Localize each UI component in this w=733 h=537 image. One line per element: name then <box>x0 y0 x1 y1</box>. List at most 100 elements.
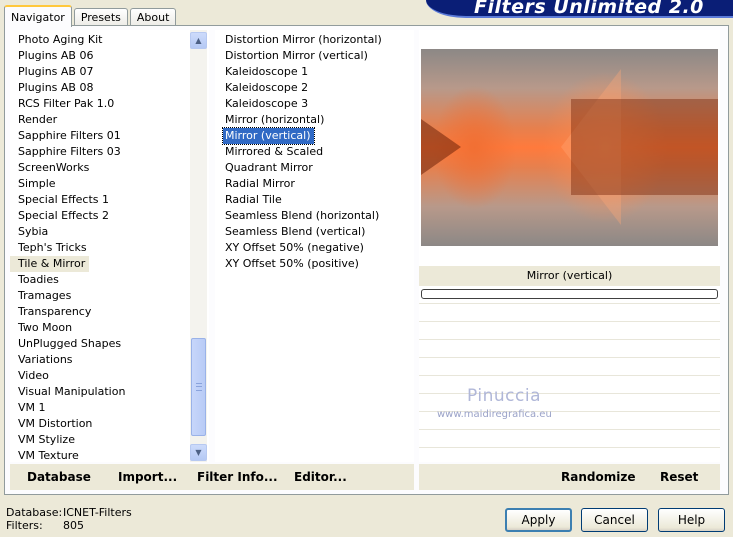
list-item-label: Photo Aging Kit <box>18 33 103 46</box>
list-item[interactable]: Plugins AB 07 <box>10 64 209 80</box>
list-item-label: VM Stylize <box>18 433 75 446</box>
filter-info-button[interactable]: Filter Info... <box>197 470 278 484</box>
list-item-label: Sapphire Filters 03 <box>18 145 121 158</box>
list-item-label: Seamless Blend (horizontal) <box>225 209 380 222</box>
editor-button[interactable]: Editor... <box>294 470 347 484</box>
parameter-row <box>419 447 720 462</box>
list-item-label: Special Effects 1 <box>18 193 110 206</box>
list-item[interactable]: Teph's Tricks <box>10 240 209 256</box>
help-button[interactable]: Help <box>658 508 725 532</box>
list-item[interactable]: Special Effects 2 <box>10 208 209 224</box>
list-item[interactable]: Quadrant Mirror <box>215 160 414 176</box>
list-item[interactable]: UnPlugged Shapes <box>10 336 209 352</box>
list-item-label: Two Moon <box>18 321 73 334</box>
list-item[interactable]: Seamless Blend (vertical) <box>215 224 414 240</box>
list-item[interactable]: Toadies <box>10 272 209 288</box>
list-item[interactable]: Variations <box>10 352 209 368</box>
list-item[interactable]: Tile & Mirror <box>10 256 209 272</box>
parameter-row <box>419 321 720 336</box>
list-item-label: Mirrored & Scaled <box>225 145 324 158</box>
list-item[interactable]: VM Stylize <box>10 432 209 448</box>
list-item[interactable]: Sapphire Filters 03 <box>10 144 209 160</box>
list-item[interactable]: VM Distortion <box>10 416 209 432</box>
list-item[interactable]: Mirror (vertical) <box>215 127 414 145</box>
database-status: Database: ICNET-Filters <box>6 506 132 519</box>
list-item[interactable]: Kaleidoscope 1 <box>215 64 414 80</box>
list-item-label: VM 1 <box>18 401 46 414</box>
parameter-row <box>419 393 720 408</box>
tab-navigator[interactable]: Navigator <box>4 5 72 27</box>
watermark-name: Pinuccia <box>467 386 541 406</box>
list-item-label: Kaleidoscope 3 <box>225 97 309 110</box>
reset-button[interactable]: Reset <box>660 470 698 484</box>
category-list[interactable]: Photo Aging Kit Plugins AB 06 Plugins AB 0… <box>10 30 209 462</box>
list-item[interactable]: Sapphire Filters 01 <box>10 128 209 144</box>
progress-bar <box>421 289 718 299</box>
list-item-label: Kaleidoscope 1 <box>225 65 309 78</box>
list-item[interactable]: Seamless Blend (horizontal) <box>215 208 414 224</box>
list-item[interactable]: Visual Manipulation <box>10 384 209 400</box>
list-item[interactable]: Kaleidoscope 2 <box>215 80 414 96</box>
scroll-up-icon[interactable]: ▲ <box>190 32 207 49</box>
list-item[interactable]: ScreenWorks <box>10 160 209 176</box>
list-item[interactable]: Two Moon <box>10 320 209 336</box>
parameter-row <box>419 357 720 372</box>
list-item[interactable]: Radial Mirror <box>215 176 414 192</box>
list-item-label: Special Effects 2 <box>18 209 110 222</box>
list-item-label: VM Distortion <box>18 417 93 430</box>
list-item[interactable]: Mirrored & Scaled <box>215 144 414 160</box>
list-item[interactable]: RCS Filter Pak 1.0 <box>10 96 209 112</box>
list-item[interactable]: Render <box>10 112 209 128</box>
database-button[interactable]: Database <box>27 470 91 484</box>
list-item[interactable]: Special Effects 1 <box>10 192 209 208</box>
list-item-label: Radial Mirror <box>225 177 295 190</box>
app-banner: Filters Unlimited 2.0 <box>426 0 733 18</box>
list-item[interactable]: Plugins AB 08 <box>10 80 209 96</box>
list-item[interactable]: XY Offset 50% (positive) <box>215 256 414 272</box>
list-item[interactable]: VM Texture <box>10 448 209 462</box>
filter-list[interactable]: Distortion Mirror (horizontal) Distortion… <box>215 30 414 462</box>
list-item-label: Render <box>18 113 58 126</box>
import-button[interactable]: Import... <box>118 470 177 484</box>
list-item[interactable]: XY Offset 50% (negative) <box>215 240 414 256</box>
list-item[interactable]: Photo Aging Kit <box>10 32 209 48</box>
list-item-label: Video <box>18 369 49 382</box>
list-item[interactable]: Video <box>10 368 209 384</box>
list-item[interactable]: Radial Tile <box>215 192 414 208</box>
watermark-site: www.maidiregrafica.eu <box>437 409 552 420</box>
filters-count: 805 <box>63 519 84 532</box>
list-item-label: Tramages <box>18 289 72 302</box>
scroll-thumb[interactable] <box>191 338 206 436</box>
list-item[interactable]: Transparency <box>10 304 209 320</box>
list-item[interactable]: VM 1 <box>10 400 209 416</box>
tab-presets[interactable]: Presets <box>73 8 128 26</box>
tab-strip: Navigator Presets About <box>4 4 178 27</box>
list-item[interactable]: Kaleidoscope 3 <box>215 96 414 112</box>
list-item[interactable]: Sybia <box>10 224 209 240</box>
cancel-button[interactable]: Cancel <box>581 508 648 532</box>
list-item-label: Distortion Mirror (horizontal) <box>225 33 382 46</box>
list-item-label: Variations <box>18 353 73 366</box>
list-item-label: Transparency <box>18 305 92 318</box>
tab-about[interactable]: About <box>129 8 177 26</box>
apply-button[interactable]: Apply <box>505 508 572 532</box>
category-scrollbar[interactable]: ▲ ▼ <box>190 30 207 462</box>
list-item[interactable]: Tramages <box>10 288 209 304</box>
list-item[interactable]: Simple <box>10 176 209 192</box>
list-item-label: Distortion Mirror (vertical) <box>225 49 368 62</box>
list-item[interactable]: Distortion Mirror (vertical) <box>215 48 414 64</box>
list-item-label: Teph's Tricks <box>18 241 87 254</box>
parameter-row <box>419 375 720 390</box>
list-item-label: Sapphire Filters 01 <box>18 129 121 142</box>
list-item[interactable]: Distortion Mirror (horizontal) <box>215 32 414 48</box>
list-item[interactable]: Plugins AB 06 <box>10 48 209 64</box>
selected-filter-label: Mirror (vertical) <box>419 266 720 286</box>
list-item-label: Kaleidoscope 2 <box>225 81 309 94</box>
filters-label: Filters: <box>6 519 43 532</box>
list-item[interactable]: Mirror (horizontal) <box>215 112 414 128</box>
list-item-label: Plugins AB 07 <box>18 65 94 78</box>
list-item-label: Simple <box>18 177 56 190</box>
randomize-button[interactable]: Randomize <box>561 470 635 484</box>
scroll-down-icon[interactable]: ▼ <box>190 444 207 461</box>
database-value: ICNET-Filters <box>63 506 132 519</box>
